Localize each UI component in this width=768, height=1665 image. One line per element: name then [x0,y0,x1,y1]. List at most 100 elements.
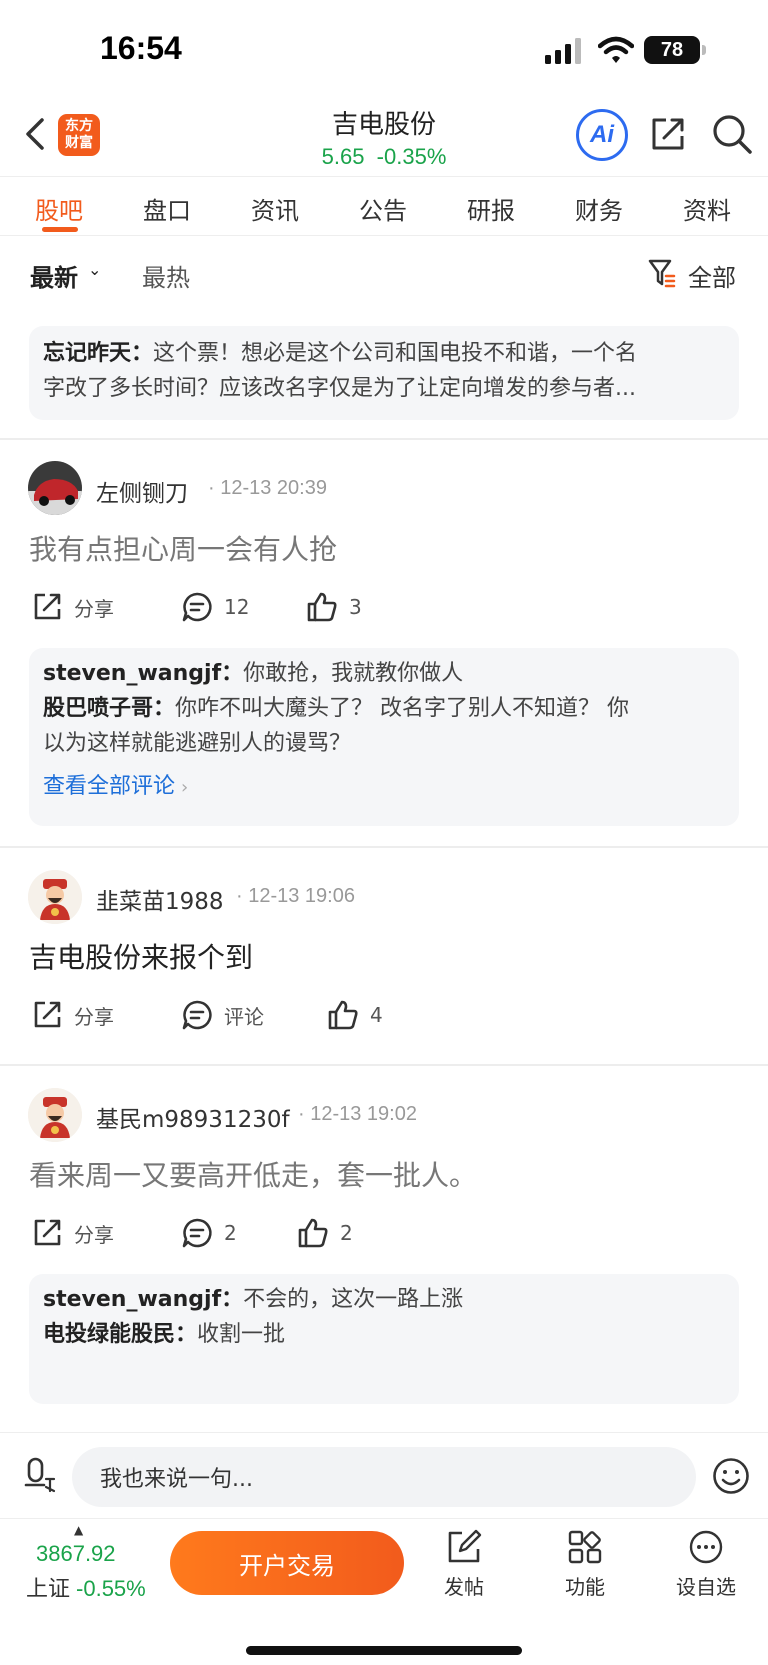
add-watchlist-button[interactable]: 设自选 [656,1529,756,1600]
new-post-label: 发帖 [444,1575,484,1599]
chevron-down-icon[interactable]: ⌄ [88,260,101,279]
index-name: 上证 [26,1577,71,1602]
comment-count: 12 [224,595,250,619]
comment-input[interactable]: 我也来说一句... [72,1447,696,1507]
share-icon [34,1001,61,1028]
like-button[interactable]: 3 [305,590,362,624]
active-tab-indicator [42,227,78,232]
sort-latest[interactable]: 最新 [30,258,78,293]
comment-text: 字改了多长时间？应该改名字仅是为了让定向增发的参与者... [43,376,636,401]
post-item[interactable]: 韭菜苗1988 · 12-13 19:06 吉电股份来报个到 分享 评论 4 [0,848,768,1048]
comment-icon [182,1218,212,1248]
share-icon[interactable] [648,114,688,154]
sort-hot[interactable]: 最热 [142,258,190,293]
edit-icon [448,1529,482,1563]
watchlist-label: 设自选 [676,1575,736,1599]
avatar[interactable] [28,870,82,924]
avatar[interactable] [28,1088,82,1142]
comment-author: 电投绿能股民： [43,1322,198,1347]
post-content[interactable]: 我有点担心周一会有人抢 [29,528,337,568]
filter-all[interactable]: 全部 [688,258,736,293]
comment-text: 不会的，这次一路上涨 [243,1287,464,1312]
tab-guba[interactable]: 股吧 [14,191,104,226]
username[interactable]: 韭菜苗1988 [96,882,224,916]
comment-line: 忘记昨天：这个票！想必是这个公司和国电投不和谐，一个名 [43,336,725,371]
avatar-fortune-god-image [28,870,82,924]
comment-line: 股巴喷子哥：你咋不叫大魔头了？ 改名字了别人不知道？ 你 [43,691,725,726]
comment-text: 你敢抢，我就教你做人 [243,661,464,686]
tab-announcements[interactable]: 公告 [338,191,428,226]
thumbs-up-icon [307,592,337,622]
post-content[interactable]: 吉电股份来报个到 [29,936,253,976]
open-account-trade-button[interactable]: 开户交易 [170,1531,404,1595]
username[interactable]: 基民m98931230f [96,1100,290,1134]
comment-text: 你咋不叫大魔头了？ 改名字了别人不知道？ 你 [175,696,630,721]
tab-profile[interactable]: 资料 [662,191,752,226]
battery-cap [702,45,706,55]
share-label: 分享 [74,596,114,621]
comment-line: 电投绿能股民：收割一批 [43,1317,725,1352]
bottom-toolbar: ▲ 3867.92 上证 -0.55% 开户交易 发帖 功能 设自选 [0,1518,768,1665]
comment-author: steven_wangjf： [43,661,244,686]
ai-assistant-button[interactable]: Ai [576,109,628,161]
like-count: 2 [340,1221,353,1245]
comment-preview[interactable]: 忘记昨天：这个票！想必是这个公司和国电投不和谐，一个名 字改了多长时间？应该改名… [29,326,739,420]
tab-finance[interactable]: 财务 [554,191,644,226]
like-button[interactable]: 2 [296,1216,353,1250]
home-indicator[interactable] [246,1646,522,1655]
comment-text: 这个票！想必是这个公司和国电投不和谐，一个名 [153,341,638,366]
view-all-comments[interactable]: 查看全部评论 › [43,769,725,805]
comment-preview[interactable]: steven_wangjf：你敢抢，我就教你做人 股巴喷子哥：你咋不叫大魔头了？… [29,648,739,826]
more-circle-icon [689,1530,723,1564]
comment-icon [182,1000,212,1030]
comment-button[interactable]: 2 [180,1216,237,1250]
functions-button[interactable]: 功能 [535,1529,635,1600]
like-button[interactable]: 4 [326,998,383,1032]
index-value[interactable]: 3867.92 [36,1541,116,1567]
share-button[interactable]: 分享 [30,1216,114,1250]
comment-label: 评论 [224,1004,264,1029]
comment-text: 收割一批 [197,1322,286,1347]
post-time: 12-13 20:39 [220,477,327,499]
thumbs-up-icon [298,1218,328,1248]
caret-up-icon[interactable]: ▲ [74,1523,83,1537]
post-item[interactable]: 基民m98931230f · 12-13 19:02 看来周一又要高开低走，套一… [0,1066,768,1432]
tab-pankou[interactable]: 盘口 [122,191,212,226]
share-button[interactable]: 分享 [30,998,114,1032]
comment-author: steven_wangjf： [43,1287,244,1312]
username[interactable]: 左侧铡刀 [96,474,188,508]
post-time: 12-13 19:02 [310,1103,417,1125]
comment-button[interactable]: 12 [180,590,249,624]
voice-input-icon[interactable] [24,1455,58,1495]
comment-author: 股巴喷子哥： [43,696,176,721]
like-count: 3 [349,595,362,619]
comment-author: 忘记昨天： [43,341,154,366]
share-icon [34,593,61,620]
index-summary[interactable]: 上证 -0.55% [26,1571,146,1603]
index-change: -0.55% [76,1576,146,1601]
comment-button[interactable]: 评论 [180,998,264,1032]
tab-news[interactable]: 资讯 [230,191,320,226]
comment-icon [182,592,212,622]
share-button[interactable]: 分享 [30,590,114,624]
filter-icon[interactable] [648,258,676,288]
functions-label: 功能 [565,1575,605,1599]
post-content[interactable]: 看来周一又要高开低走，套一批人。 [29,1154,477,1194]
new-post-button[interactable]: 发帖 [414,1529,514,1600]
wifi-icon [598,36,634,63]
post-timestamp: · 12-13 20:39 [208,477,327,499]
tab-research[interactable]: 研报 [446,191,536,226]
share-label: 分享 [74,1004,114,1029]
section-tabs: 股吧 盘口 资讯 公告 研报 财务 资料 [0,176,768,236]
post-item[interactable]: 左侧铡刀 · 12-13 20:39 我有点担心周一会有人抢 分享 12 3 s… [0,440,768,844]
avatar[interactable] [28,461,82,515]
avatar-fortune-god-image [28,1088,82,1142]
thumbs-up-icon [328,1000,358,1030]
filter-bar: 最新 ⌄ 最热 全部 [0,246,768,302]
emoji-icon[interactable] [712,1457,750,1495]
search-icon[interactable] [710,112,754,156]
comment-preview[interactable]: steven_wangjf：不会的，这次一路上涨 电投绿能股民：收割一批 [29,1274,739,1404]
share-icon [34,1219,61,1246]
like-count: 4 [370,1003,383,1027]
signal-icon [545,38,581,64]
